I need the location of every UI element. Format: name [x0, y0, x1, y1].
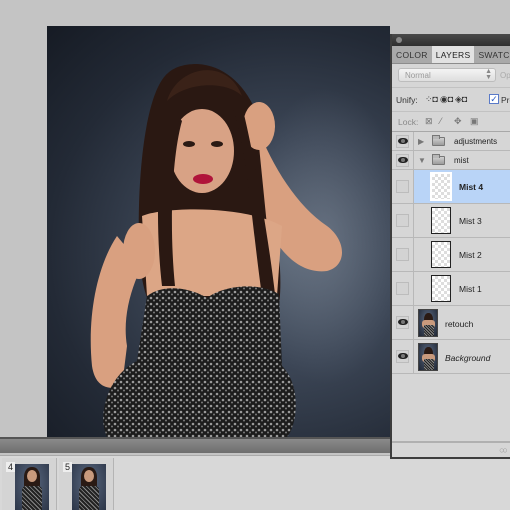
layers-list: ▶ adjustments ▼ mist Mist 4 Mist 3 Mist …	[392, 132, 510, 374]
lock-transparent-icon[interactable]: ⊠	[425, 116, 433, 127]
layer-name: mist	[454, 156, 469, 165]
unify-label: Unify:	[396, 95, 418, 105]
thumb-face	[84, 470, 94, 482]
layer-name: Background	[445, 353, 491, 363]
dress	[103, 286, 296, 437]
unify-visibility-icon[interactable]: ◉◘	[440, 94, 453, 105]
visibility-cell	[392, 272, 414, 305]
visibility-toggle[interactable]	[396, 282, 409, 295]
frame-thumbnail	[72, 464, 106, 510]
animation-frame[interactable]: 4	[2, 458, 57, 510]
visibility-cell	[392, 340, 414, 373]
layer-name: Mist 1	[459, 284, 482, 294]
layer-thumbnail	[431, 207, 451, 234]
layer-mist-3[interactable]: Mist 3	[392, 204, 510, 238]
layer-mist-4[interactable]: Mist 4	[392, 170, 510, 204]
collapse-arrow-icon[interactable]: ▼	[418, 156, 426, 165]
portrait-photo	[90, 64, 342, 437]
layer-name: Mist 2	[459, 250, 482, 260]
propagate-label: Pro	[501, 95, 510, 105]
layer-group-adjustments[interactable]: ▶ adjustments	[392, 132, 510, 151]
visibility-toggle[interactable]	[396, 316, 409, 329]
opacity-label: Op	[500, 71, 510, 80]
thumb-dress	[424, 325, 434, 336]
visibility-toggle[interactable]	[396, 135, 409, 148]
layer-name: Mist 4	[459, 182, 484, 192]
frame-number: 4	[6, 462, 16, 472]
visibility-toggle[interactable]	[396, 154, 409, 167]
lock-label: Lock:	[398, 117, 419, 127]
visibility-cell	[392, 306, 414, 339]
folder-icon	[432, 135, 445, 146]
layer-group-mist[interactable]: ▼ mist	[392, 151, 510, 170]
layer-mist-2[interactable]: Mist 2	[392, 238, 510, 272]
thumb-dress	[22, 486, 42, 510]
layer-mist-1[interactable]: Mist 1	[392, 272, 510, 306]
eye-left	[183, 141, 195, 147]
visibility-toggle[interactable]	[396, 214, 409, 227]
thumb-dress	[424, 359, 434, 370]
layer-thumbnail	[418, 343, 438, 371]
unify-position-icon[interactable]: ⁘◘	[425, 94, 438, 105]
visibility-cell	[392, 170, 414, 203]
blend-mode-select[interactable]: Normal ▲ ▼	[398, 68, 496, 82]
visibility-toggle[interactable]	[396, 248, 409, 261]
visibility-toggle[interactable]	[396, 180, 409, 193]
visibility-cell	[392, 132, 414, 150]
eye-icon	[398, 319, 408, 325]
animation-filmstrip: 4 5	[0, 455, 510, 510]
photoshop-workspace: 4 5 COLOR LAYERS SWATCHES	[0, 0, 510, 510]
panel-footer: ○○	[392, 441, 510, 457]
layer-thumbnail	[431, 241, 451, 268]
lock-all-icon[interactable]: ▣	[470, 116, 479, 127]
layers-panel: COLOR LAYERS SWATCHES Normal ▲▼ Op Unify…	[390, 34, 510, 459]
lock-move-icon[interactable]: ✥	[454, 116, 462, 127]
eye-icon	[398, 157, 408, 163]
lock-row: Lock: ⊠ ⁄ ✥ ▣	[392, 112, 510, 132]
layer-retouch[interactable]: retouch	[392, 306, 510, 340]
layer-thumbnail	[431, 275, 451, 302]
document-canvas[interactable]	[47, 26, 390, 437]
left-hand	[123, 223, 155, 279]
visibility-cell	[392, 151, 414, 169]
tab-color[interactable]: COLOR	[392, 46, 432, 63]
thumb-face	[27, 470, 37, 482]
panel-close-icon[interactable]	[396, 37, 402, 43]
visibility-toggle[interactable]	[396, 350, 409, 363]
eye-icon	[398, 353, 408, 359]
layer-name: Mist 3	[459, 216, 482, 226]
layer-thumbnail	[418, 309, 438, 337]
unify-style-icon[interactable]: ◈◘	[455, 94, 467, 105]
layer-name: adjustments	[454, 137, 498, 146]
folder-icon	[432, 154, 445, 165]
visibility-cell	[392, 238, 414, 271]
eye-right	[211, 141, 223, 147]
propagate-checkbox[interactable]: ✓	[489, 94, 499, 104]
expand-arrow-icon[interactable]: ▶	[418, 137, 424, 146]
eye-icon	[398, 138, 408, 144]
tab-swatches[interactable]: SWATCHES	[474, 46, 510, 63]
panel-titlebar[interactable]	[392, 34, 510, 46]
panel-tabs: COLOR LAYERS SWATCHES	[392, 46, 510, 64]
frame-thumbnail	[15, 464, 49, 510]
link-layers-icon[interactable]: ○○	[499, 445, 508, 455]
layer-background[interactable]: Background	[392, 340, 510, 374]
thumb-dress	[79, 486, 99, 510]
stepper-arrows-icon: ▲ ▼	[485, 68, 492, 81]
layer-name: retouch	[445, 319, 474, 329]
lock-brush-icon[interactable]: ⁄	[440, 116, 442, 126]
lips	[193, 174, 213, 184]
tab-layers[interactable]: LAYERS	[431, 46, 475, 63]
visibility-cell	[392, 204, 414, 237]
animation-frame[interactable]: 5	[59, 458, 114, 510]
frame-number: 5	[63, 462, 73, 472]
layer-thumbnail	[430, 172, 452, 201]
animation-panel-header	[0, 437, 390, 453]
blend-mode-value: Normal	[405, 71, 431, 80]
unify-row: Unify: ⁘◘ ◉◘ ◈◘ ✓ Pro	[392, 88, 510, 112]
blend-row: Normal ▲ ▼ Op	[392, 64, 510, 88]
